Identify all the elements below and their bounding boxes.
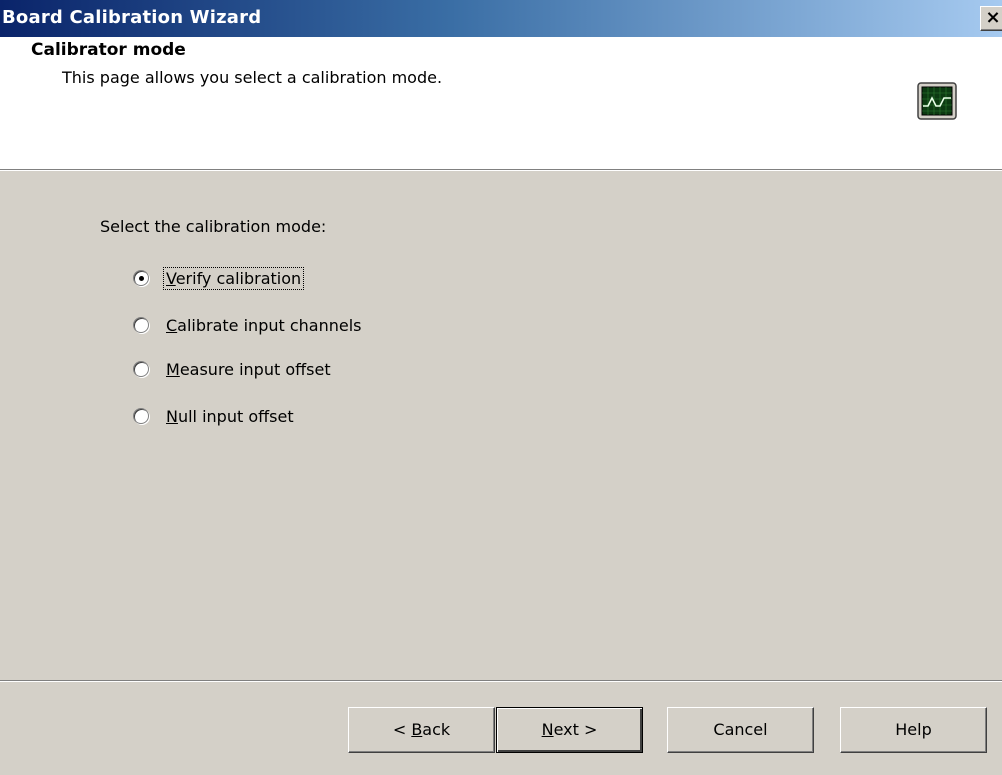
close-button[interactable]: × bbox=[980, 6, 1002, 31]
wizard-window: Board Calibration Wizard × Calibrator mo… bbox=[0, 0, 1002, 775]
page-title: Calibrator mode bbox=[31, 40, 186, 60]
oscilloscope-icon bbox=[917, 82, 957, 120]
title-bar[interactable]: Board Calibration Wizard × bbox=[0, 0, 1002, 37]
radio-verify-calibration[interactable]: Verify calibration bbox=[133, 266, 305, 290]
radio-button[interactable] bbox=[133, 408, 149, 424]
radio-label-verify[interactable]: Verify calibration bbox=[162, 266, 305, 290]
window-title: Board Calibration Wizard bbox=[2, 7, 262, 28]
close-icon: × bbox=[985, 7, 1001, 28]
header-divider-highlight bbox=[0, 170, 1002, 171]
help-button[interactable]: Help bbox=[840, 707, 987, 753]
cancel-button[interactable]: Cancel bbox=[667, 707, 814, 753]
radio-label-measure[interactable]: Measure input offset bbox=[164, 359, 333, 380]
radio-calibrate-input-channels[interactable]: Calibrate input channels bbox=[133, 313, 364, 337]
radio-button[interactable] bbox=[133, 317, 149, 333]
back-button[interactable]: < Back bbox=[348, 707, 495, 753]
next-button[interactable]: Next > bbox=[496, 707, 643, 753]
page-subtitle: This page allows you select a calibratio… bbox=[62, 68, 443, 87]
radio-measure-input-offset[interactable]: Measure input offset bbox=[133, 357, 333, 381]
radio-button[interactable] bbox=[133, 361, 149, 377]
radio-button-checked[interactable] bbox=[133, 270, 149, 286]
radio-null-input-offset[interactable]: Null input offset bbox=[133, 404, 296, 428]
radio-label-null[interactable]: Null input offset bbox=[164, 406, 296, 427]
footer-divider-highlight bbox=[0, 681, 1002, 682]
radio-label-calibrate[interactable]: Calibrate input channels bbox=[164, 315, 364, 336]
mode-prompt: Select the calibration mode: bbox=[100, 217, 327, 236]
